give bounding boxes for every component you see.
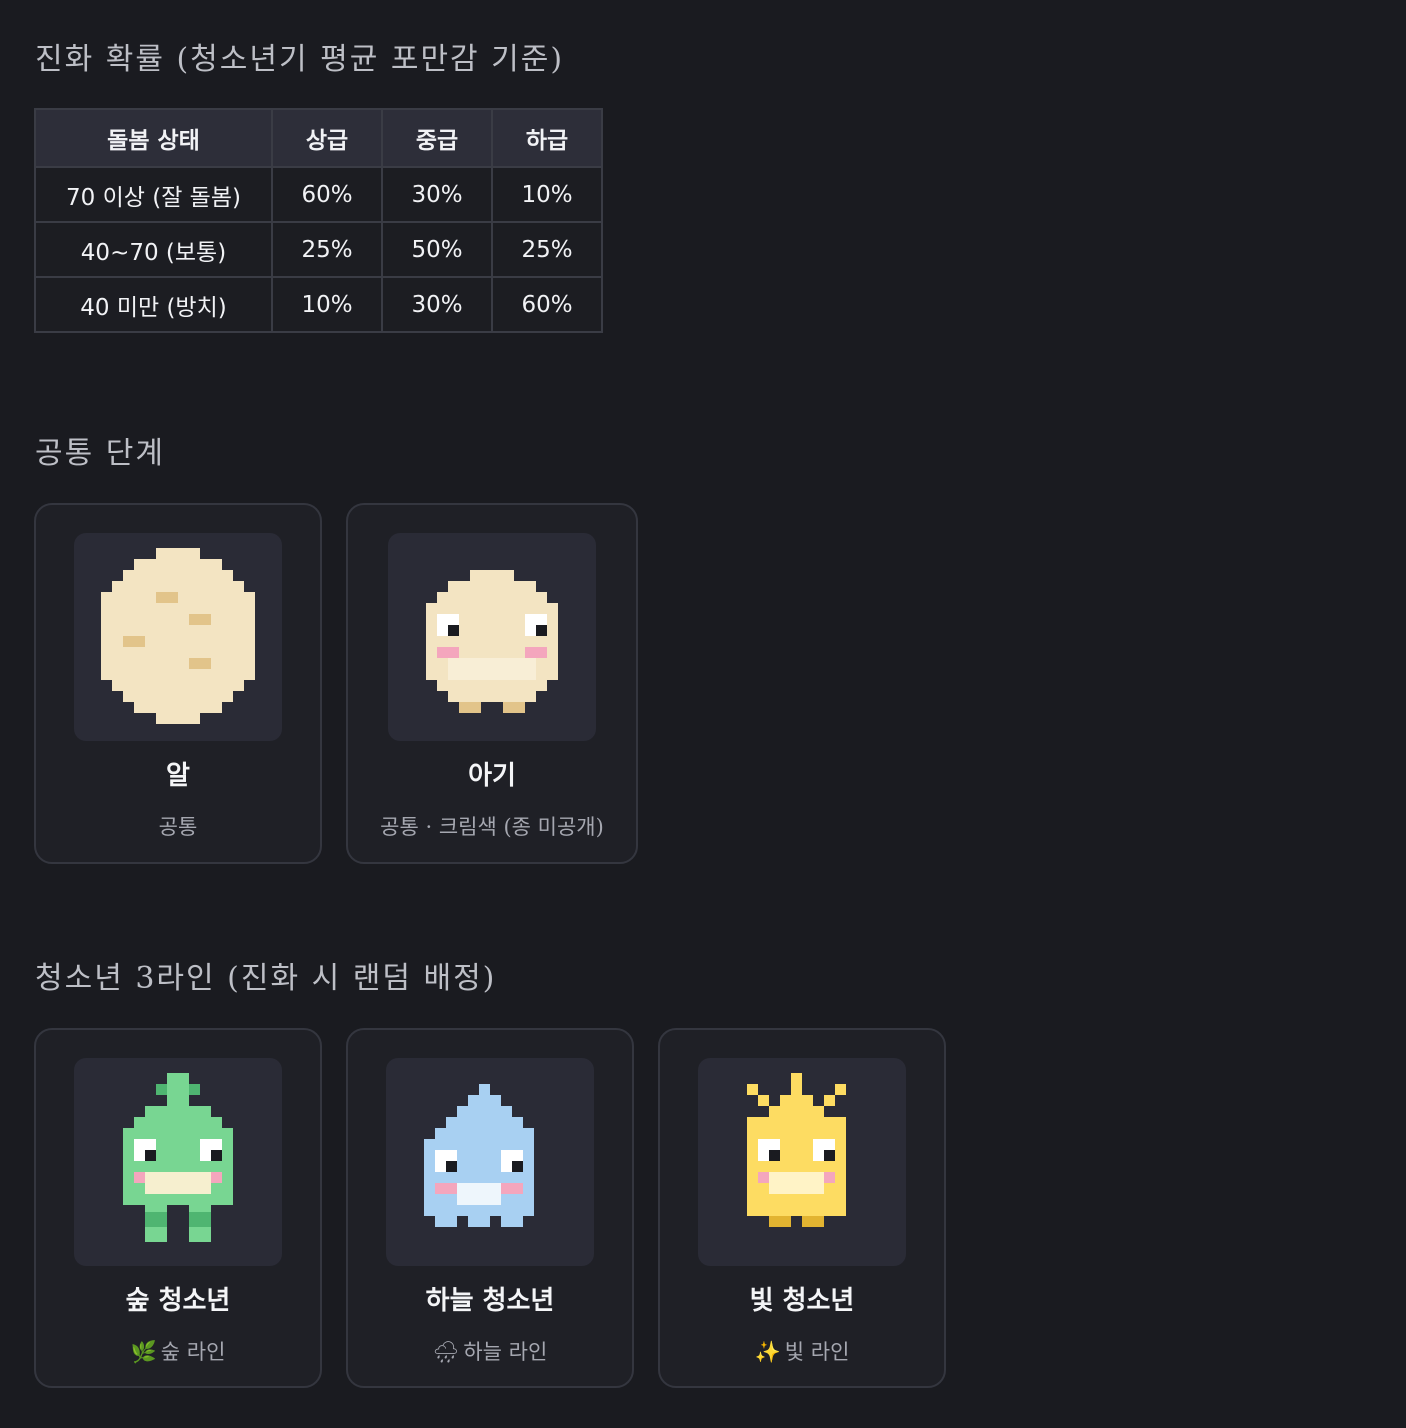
rain-cloud-icon: 🌧 bbox=[432, 1340, 460, 1364]
table-row: 40~70 (보통) 25% 50% 25% bbox=[34, 221, 603, 278]
sky-line-subtitle: 🌧 하늘 라인 bbox=[348, 1336, 632, 1366]
probability-cell: 10% bbox=[491, 166, 603, 223]
light-line-subtitle: ✨ 빛 라인 bbox=[660, 1336, 944, 1366]
sky-line-label: 하늘 라인 bbox=[463, 1340, 548, 1364]
egg-subtitle: 공통 bbox=[158, 815, 198, 839]
egg-sprite bbox=[101, 548, 255, 724]
probability-cell: 60% bbox=[491, 276, 603, 333]
light-teen-name: 빛 청소년 bbox=[749, 1286, 855, 1316]
header-high-grade: 상급 bbox=[271, 108, 383, 168]
baby-portrait bbox=[388, 533, 596, 741]
care-state-cell: 40 미만 (방치) bbox=[34, 276, 273, 333]
egg-portrait bbox=[74, 533, 282, 741]
table-header-row: 돌봄 상태 상급 중급 하급 bbox=[34, 108, 603, 168]
care-state-cell: 70 이상 (잘 돌봄) bbox=[34, 166, 273, 223]
forest-line-label: 숲 라인 bbox=[160, 1340, 226, 1364]
header-care-state: 돌봄 상태 bbox=[34, 108, 273, 168]
forest-teen-card: 숲 청소년 🌿 숲 라인 bbox=[34, 1028, 322, 1388]
evolution-probability-title: 진화 확률 (청소년기 평균 포만감 기준) bbox=[35, 42, 565, 77]
light-line-label: 빛 라인 bbox=[784, 1340, 850, 1364]
baby-sprite bbox=[426, 570, 558, 713]
page: 진화 확률 (청소년기 평균 포만감 기준) 돌봄 상태 상급 중급 하급 70… bbox=[0, 0, 1406, 1428]
leaf-icon: 🌿 bbox=[130, 1340, 157, 1364]
light-teen-card: 빛 청소년 ✨ 빛 라인 bbox=[658, 1028, 946, 1388]
egg-name: 알 bbox=[166, 761, 190, 791]
egg-card: 알 공통 bbox=[34, 503, 322, 864]
forest-line-subtitle: 🌿 숲 라인 bbox=[36, 1336, 320, 1366]
header-low-grade: 하급 bbox=[491, 108, 603, 168]
sparkles-icon: ✨ bbox=[754, 1340, 781, 1364]
probability-cell: 25% bbox=[271, 221, 383, 278]
forest-teen-name: 숲 청소년 bbox=[125, 1286, 231, 1316]
sky-teen-card: 하늘 청소년 🌧 하늘 라인 bbox=[346, 1028, 634, 1388]
table-row: 40 미만 (방치) 10% 30% 60% bbox=[34, 276, 603, 333]
header-mid-grade: 중급 bbox=[381, 108, 493, 168]
care-state-cell: 40~70 (보통) bbox=[34, 221, 273, 278]
forest-teen-sprite bbox=[123, 1073, 233, 1242]
sky-teen-portrait bbox=[386, 1058, 594, 1266]
sky-teen-sprite bbox=[424, 1084, 534, 1227]
table-row: 70 이상 (잘 돌봄) 60% 30% 10% bbox=[34, 166, 603, 223]
sky-teen-name: 하늘 청소년 bbox=[425, 1286, 555, 1316]
forest-teen-portrait bbox=[74, 1058, 282, 1266]
light-teen-sprite bbox=[747, 1073, 846, 1227]
probability-cell: 10% bbox=[271, 276, 383, 333]
baby-subtitle: 공통 · 크림색 (종 미공개) bbox=[380, 815, 604, 839]
probability-cell: 30% bbox=[381, 276, 493, 333]
baby-name: 아기 bbox=[468, 761, 516, 791]
probability-cell: 30% bbox=[381, 166, 493, 223]
probability-cell: 60% bbox=[271, 166, 383, 223]
evolution-probability-table: 돌봄 상태 상급 중급 하급 70 이상 (잘 돌봄) 60% 30% 10% … bbox=[34, 108, 603, 333]
light-teen-portrait bbox=[698, 1058, 906, 1266]
teen-lines-title: 청소년 3라인 (진화 시 랜덤 배정) bbox=[35, 961, 497, 996]
common-stage-title: 공통 단계 bbox=[35, 436, 165, 471]
probability-cell: 50% bbox=[381, 221, 493, 278]
probability-cell: 25% bbox=[491, 221, 603, 278]
baby-card: 아기 공통 · 크림색 (종 미공개) bbox=[346, 503, 638, 864]
